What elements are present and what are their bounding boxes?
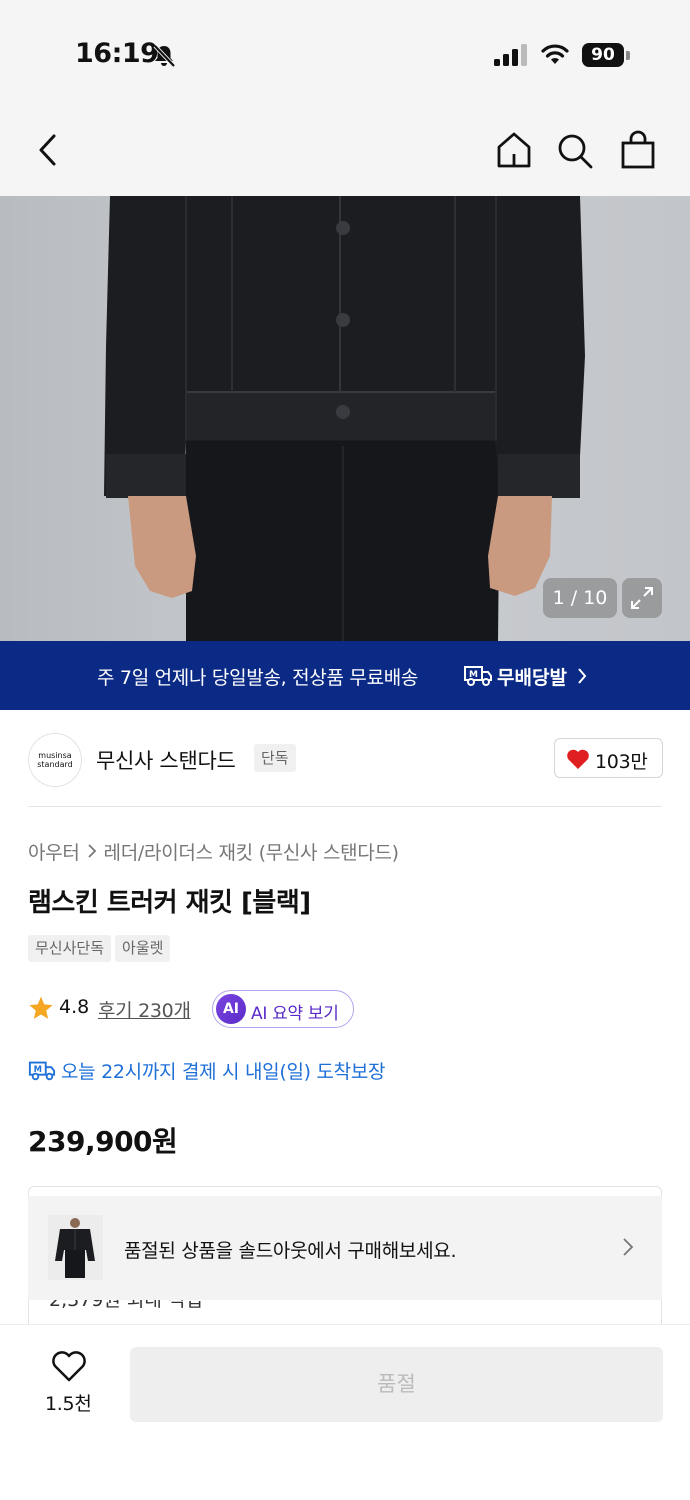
wish-count: 1.5천 xyxy=(45,1393,92,1415)
top-nav xyxy=(0,100,690,196)
heart-icon xyxy=(567,749,589,769)
brand-like-button[interactable]: 103만 xyxy=(554,738,663,778)
soldout-banner-text: 품절된 상품을 솔드아웃에서 구매해보세요. xyxy=(124,1240,457,1262)
soldout-button[interactable]: 품절 xyxy=(130,1347,663,1422)
bottom-action-bar: 1.5천 품절 xyxy=(0,1324,690,1500)
bell-slash-icon xyxy=(153,44,176,68)
back-icon[interactable] xyxy=(30,130,66,170)
rating-value: 4.8 xyxy=(59,996,90,1018)
signal-icon xyxy=(494,44,527,66)
chevron-right-icon xyxy=(578,668,587,684)
expand-icon xyxy=(631,587,653,609)
battery-tip xyxy=(626,51,630,60)
breadcrumb-item[interactable]: 아우터 xyxy=(28,842,80,864)
brand-logo-line2: standard xyxy=(37,760,73,769)
delivery-text: 오늘 22시까지 결제 시 내일(일) 도착보장 xyxy=(61,1061,386,1083)
svg-text:M: M xyxy=(469,670,478,680)
banner-text: 주 7일 언제나 당일발송, 전상품 무료배송 xyxy=(97,667,419,689)
brand-logo-line1: musinsa xyxy=(38,751,72,760)
delivery-banner[interactable]: 주 7일 언제나 당일발송, 전상품 무료배송 M 무배당발 xyxy=(0,641,690,710)
brand-name[interactable]: 무신사 스탠다드 xyxy=(96,745,236,775)
chevron-right-icon xyxy=(87,844,96,858)
ai-summary-label: AI 요약 보기 xyxy=(251,1004,339,1024)
chevron-right-icon xyxy=(623,1238,634,1256)
jacket-photo xyxy=(104,196,585,641)
home-icon[interactable] xyxy=(494,130,534,170)
product-tags: 무신사단독 아울렛 xyxy=(28,935,171,962)
jacket-thumbnail xyxy=(48,1215,103,1280)
brand-exclusive-tag: 단독 xyxy=(254,744,296,772)
product-title: 램스킨 트러커 재킷 [블랙] xyxy=(28,888,311,918)
bag-icon[interactable] xyxy=(619,130,657,170)
expand-button[interactable] xyxy=(622,578,662,618)
rating-row: 4.8 후기 230개 AI AI 요약 보기 xyxy=(28,990,668,1028)
product-tag: 무신사단독 xyxy=(28,935,112,962)
truck-icon: M xyxy=(28,1061,56,1081)
brand-logo[interactable]: musinsa standard xyxy=(28,733,82,787)
svg-text:M: M xyxy=(34,1064,42,1074)
breadcrumb: 아우터 레더/라이더스 재킷 (무신사 스탠다드) xyxy=(28,838,399,865)
battery-indicator: 90 xyxy=(582,43,624,67)
wifi-icon xyxy=(541,44,569,64)
status-bar: 16:19 90 xyxy=(0,0,690,100)
divider xyxy=(28,806,662,807)
banner-brand: 무배당발 xyxy=(497,667,567,689)
image-counter: 1 / 10 xyxy=(543,578,617,618)
search-icon[interactable] xyxy=(556,132,594,170)
soldout-thumbnail xyxy=(48,1215,103,1280)
ai-summary-button[interactable]: AI AI 요약 보기 xyxy=(212,990,354,1028)
ai-badge-icon: AI xyxy=(216,994,246,1024)
star-icon xyxy=(29,996,53,1019)
product-tag: 아울렛 xyxy=(115,935,171,962)
heart-icon[interactable] xyxy=(51,1350,87,1382)
breadcrumb-item[interactable]: 레더/라이더스 재킷 (무신사 스탠다드) xyxy=(104,842,400,864)
status-time: 16:19 xyxy=(75,38,159,69)
truck-icon: M xyxy=(464,666,492,686)
brand-row: musinsa standard 무신사 스탠다드 단독 103만 xyxy=(0,710,690,806)
brand-like-count: 103만 xyxy=(595,751,648,773)
review-link[interactable]: 후기 230개 xyxy=(98,996,191,1023)
product-price: 239,900원 xyxy=(28,1125,178,1158)
soldout-banner[interactable]: 품절된 상품을 솔드아웃에서 구매해보세요. xyxy=(28,1196,662,1300)
product-image[interactable] xyxy=(0,196,690,641)
